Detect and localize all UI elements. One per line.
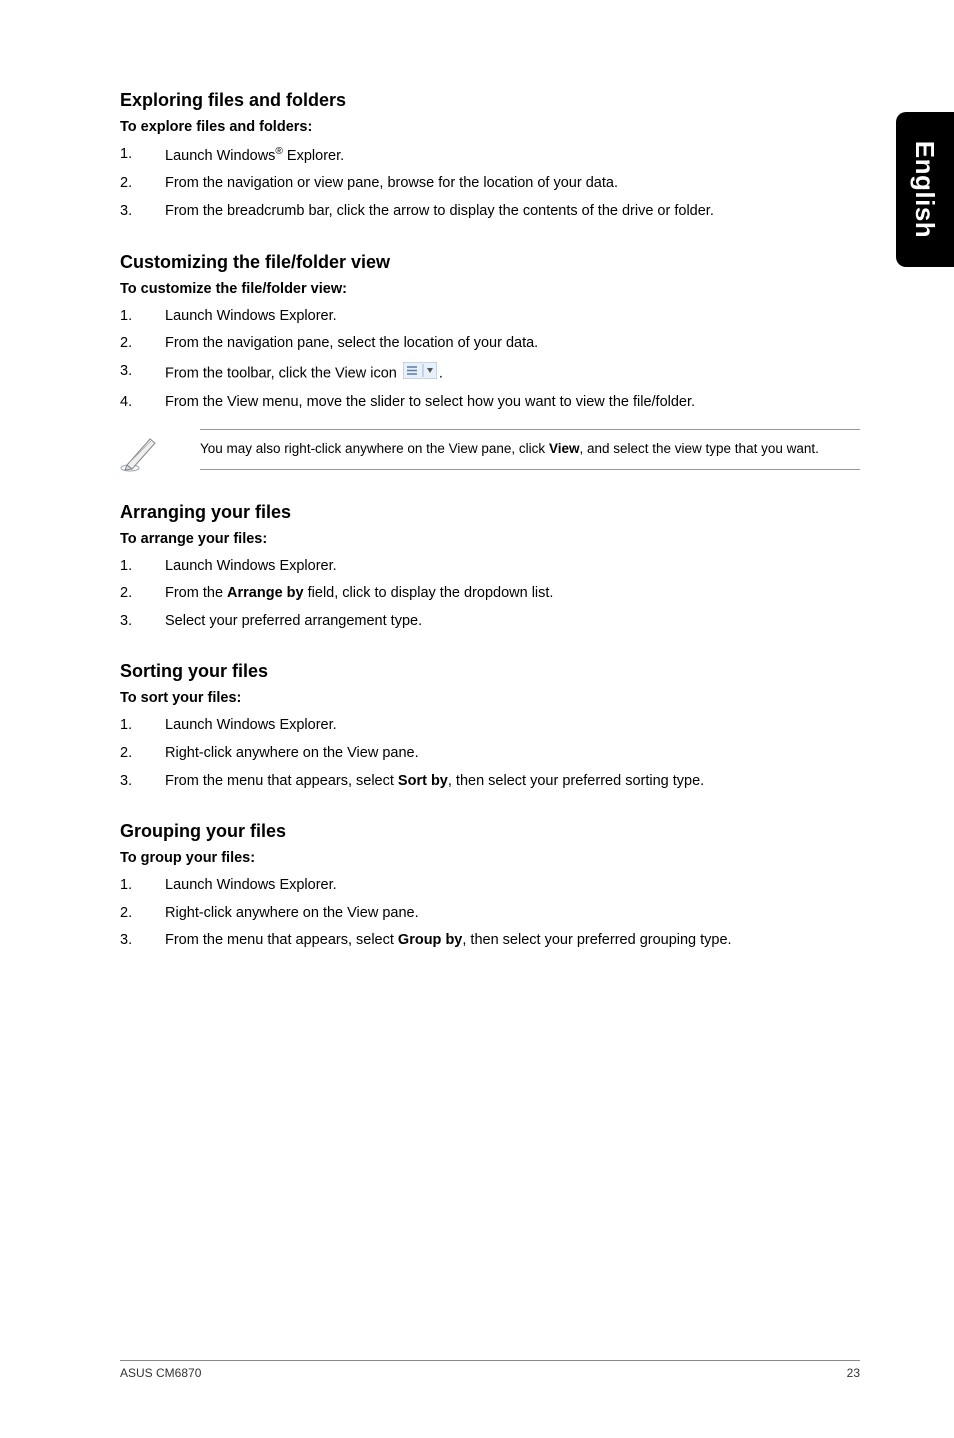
heading-grouping: Grouping your files [120,821,860,842]
subheading-sort: To sort your files: [120,690,860,706]
step-number: 1. [120,145,165,166]
step-text: Launch Windows Explorer. [165,876,860,896]
step-text: From the toolbar, click the View icon . [165,362,860,386]
heading-exploring: Exploring files and folders [120,90,860,111]
list-item: 2. Right-click anywhere on the View pane… [120,904,860,924]
list-item: 2. Right-click anywhere on the View pane… [120,744,860,764]
step-text: From the navigation or view pane, browse… [165,174,860,194]
step-text: From the navigation pane, select the loc… [165,334,860,354]
list-item: 3. From the breadcrumb bar, click the ar… [120,202,860,222]
steps-explore: 1. Launch Windows® Explorer. 2. From the… [120,145,860,222]
step-text: Launch Windows® Explorer. [165,145,860,166]
note-block: You may also right-click anywhere on the… [120,429,860,478]
step-text: Launch Windows Explorer. [165,557,860,577]
step-number: 2. [120,744,165,764]
list-item: 3. From the menu that appears, select So… [120,772,860,792]
list-item: 1. Launch Windows Explorer. [120,557,860,577]
step-text: From the breadcrumb bar, click the arrow… [165,202,860,222]
heading-customizing: Customizing the file/folder view [120,252,860,273]
list-item: 4. From the View menu, move the slider t… [120,393,860,413]
step-text: Launch Windows Explorer. [165,716,860,736]
subheading-group: To group your files: [120,850,860,866]
view-icon [403,362,437,386]
language-tab-label: English [910,141,941,238]
footer-product: ASUS CM6870 [120,1366,201,1380]
step-number: 4. [120,393,165,413]
list-item: 2. From the navigation pane, select the … [120,334,860,354]
note-text: You may also right-click anywhere on the… [200,429,860,470]
steps-arrange: 1. Launch Windows Explorer. 2. From the … [120,557,860,632]
list-item: 1. Launch Windows® Explorer. [120,145,860,166]
list-item: 2. From the navigation or view pane, bro… [120,174,860,194]
step-number: 2. [120,334,165,354]
list-item: 1. Launch Windows Explorer. [120,307,860,327]
step-number: 2. [120,904,165,924]
step-text: Right-click anywhere on the View pane. [165,744,860,764]
steps-customize: 1. Launch Windows Explorer. 2. From the … [120,307,860,413]
steps-sort: 1. Launch Windows Explorer. 2. Right-cli… [120,716,860,791]
heading-sorting: Sorting your files [120,661,860,682]
step-number: 3. [120,612,165,632]
step-text: From the menu that appears, select Group… [165,931,860,951]
steps-group: 1. Launch Windows Explorer. 2. Right-cli… [120,876,860,951]
step-text: From the Arrange by field, click to disp… [165,584,860,604]
list-item: 2. From the Arrange by field, click to d… [120,584,860,604]
step-text: Right-click anywhere on the View pane. [165,904,860,924]
step-text: Select your preferred arrangement type. [165,612,860,632]
heading-arranging: Arranging your files [120,502,860,523]
step-number: 1. [120,307,165,327]
pencil-icon [120,429,200,478]
list-item: 1. Launch Windows Explorer. [120,716,860,736]
step-text: From the menu that appears, select Sort … [165,772,860,792]
subheading-explore: To explore files and folders: [120,119,860,135]
step-number: 1. [120,876,165,896]
list-item: 3. Select your preferred arrangement typ… [120,612,860,632]
step-text: Launch Windows Explorer. [165,307,860,327]
step-number: 1. [120,557,165,577]
step-number: 3. [120,931,165,951]
page-footer: ASUS CM6870 23 [120,1360,860,1380]
footer-page-number: 23 [847,1366,860,1380]
step-number: 2. [120,584,165,604]
step-text: From the View menu, move the slider to s… [165,393,860,413]
step-number: 1. [120,716,165,736]
step-number: 3. [120,202,165,222]
list-item: 1. Launch Windows Explorer. [120,876,860,896]
language-tab: English [896,112,954,267]
list-item: 3. From the menu that appears, select Gr… [120,931,860,951]
page-content: Exploring files and folders To explore f… [120,90,860,981]
subheading-arrange: To arrange your files: [120,531,860,547]
subheading-customize: To customize the file/folder view: [120,281,860,297]
step-number: 3. [120,362,165,386]
step-number: 2. [120,174,165,194]
step-number: 3. [120,772,165,792]
list-item: 3. From the toolbar, click the View icon… [120,362,860,386]
